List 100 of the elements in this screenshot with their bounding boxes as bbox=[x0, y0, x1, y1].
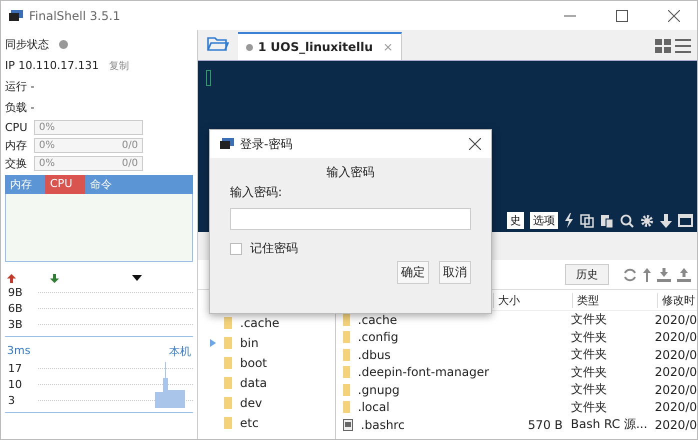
latency-graph-drawing bbox=[155, 360, 185, 408]
close-icon[interactable] bbox=[668, 10, 680, 22]
file-type: Bash RC 源... bbox=[570, 417, 648, 432]
tree-item[interactable]: bin bbox=[240, 336, 259, 350]
folder-icon bbox=[224, 337, 232, 349]
meter-reading: 0% bbox=[39, 122, 56, 132]
copy-icon[interactable] bbox=[580, 214, 594, 228]
maximize-icon[interactable] bbox=[616, 10, 628, 22]
file-modified: 2020/0 bbox=[654, 418, 697, 432]
meter-usage: 0/0 bbox=[122, 140, 138, 150]
upload-icon[interactable] bbox=[677, 268, 691, 282]
dropdown-caret-icon[interactable] bbox=[132, 275, 142, 281]
window-icon[interactable] bbox=[678, 214, 693, 227]
latency-label: 3ms bbox=[7, 344, 30, 359]
folder-icon bbox=[342, 314, 350, 326]
meter-label: 交换 bbox=[5, 156, 28, 170]
remember-label[interactable]: 记住密码 bbox=[250, 240, 298, 257]
folder-icon bbox=[342, 384, 350, 396]
app-logo-icon bbox=[220, 138, 234, 150]
folder-icon bbox=[224, 357, 232, 369]
column-header[interactable]: 修改时 bbox=[656, 292, 697, 308]
window-title: FinalShell 3.5.1 bbox=[29, 8, 122, 22]
download-arrow-icon bbox=[50, 274, 59, 282]
folder-icon bbox=[224, 397, 232, 409]
terminal-cursor bbox=[206, 70, 211, 86]
file-name[interactable]: .dbus bbox=[358, 348, 391, 362]
meter-usage: 0/0 bbox=[122, 158, 138, 168]
meter-label: 内存 bbox=[5, 138, 28, 152]
dialog-button[interactable]: 取消 bbox=[439, 261, 471, 284]
paste-icon[interactable] bbox=[600, 214, 614, 228]
terminal-button[interactable]: 史 bbox=[507, 212, 524, 229]
file-type: 文件夹 bbox=[570, 382, 607, 396]
expand-arrow-icon[interactable] bbox=[210, 339, 216, 347]
menu-icon[interactable] bbox=[675, 39, 691, 53]
tree-item[interactable]: .cache bbox=[240, 316, 280, 330]
stat-label: 运行 - bbox=[5, 79, 34, 94]
session-tab[interactable]: 1 UOS_linuxitellu × bbox=[238, 32, 402, 60]
close-icon[interactable] bbox=[469, 138, 481, 150]
axis-label: 6B bbox=[8, 302, 24, 314]
folder-icon bbox=[224, 377, 232, 389]
axis-label: 10 bbox=[8, 378, 23, 390]
settings-icon[interactable] bbox=[640, 214, 654, 228]
dialog-heading: 输入密码 bbox=[326, 164, 376, 181]
file-name[interactable]: .local bbox=[358, 400, 390, 414]
folder-icon bbox=[342, 366, 350, 378]
up-arrow-icon[interactable] bbox=[643, 268, 651, 282]
meter-label: CPU bbox=[5, 120, 28, 134]
file-name[interactable]: .gnupg bbox=[358, 382, 400, 397]
download-icon[interactable] bbox=[657, 268, 671, 282]
file-modified: 2020/0 bbox=[654, 365, 697, 380]
folder-icon bbox=[342, 331, 350, 344]
app-logo-icon bbox=[9, 10, 23, 22]
lightning-icon[interactable] bbox=[564, 213, 574, 228]
tree-item[interactable]: dev bbox=[240, 396, 262, 410]
meter-reading: 0% bbox=[39, 140, 56, 150]
process-tab[interactable]: CPU bbox=[45, 175, 85, 194]
file-icon bbox=[342, 418, 353, 431]
column-header[interactable]: 类型 bbox=[572, 292, 657, 308]
file-name[interactable]: .config bbox=[358, 330, 398, 344]
folder-icon bbox=[224, 417, 232, 429]
file-type: 文件夹 bbox=[570, 364, 607, 379]
axis-label: 17 bbox=[8, 362, 23, 374]
down-arrow-icon[interactable] bbox=[660, 214, 672, 228]
remember-checkbox[interactable] bbox=[230, 242, 242, 254]
file-name[interactable]: .cache bbox=[358, 312, 398, 327]
tree-item[interactable]: boot bbox=[240, 356, 268, 370]
tree-item[interactable]: data bbox=[240, 376, 268, 390]
file-type: 文件夹 bbox=[570, 400, 607, 414]
file-type: 文件夹 bbox=[570, 312, 607, 326]
upload-arrow-icon bbox=[7, 274, 16, 282]
axis-label: 3 bbox=[8, 394, 16, 406]
folder-icon bbox=[342, 401, 350, 414]
tree-item[interactable]: etc bbox=[240, 416, 259, 430]
file-type: 文件夹 bbox=[570, 347, 607, 362]
search-icon[interactable] bbox=[620, 214, 634, 228]
file-type: 文件夹 bbox=[570, 330, 607, 344]
grid-view-icon[interactable] bbox=[655, 39, 671, 53]
refresh-icon[interactable] bbox=[623, 268, 637, 282]
host-label: 本机 bbox=[169, 344, 191, 360]
sync-status-label: 同步状态 bbox=[5, 37, 49, 52]
history-button[interactable]: 历史 bbox=[565, 264, 609, 285]
meter-reading: 0% bbox=[39, 158, 56, 168]
file-modified: 2020/0 bbox=[654, 382, 697, 397]
copy-link[interactable]: 复制 bbox=[108, 58, 129, 72]
file-name[interactable]: .bashrc bbox=[360, 418, 405, 432]
file-modified: 2020/0 bbox=[654, 330, 697, 344]
password-label: 输入密码: bbox=[230, 184, 284, 201]
file-size: 570 B bbox=[528, 418, 563, 432]
folder-icon bbox=[224, 317, 232, 329]
file-modified: 2020/0 bbox=[654, 348, 697, 362]
file-name[interactable]: .deepin-font-manager bbox=[358, 365, 490, 380]
folder-icon bbox=[342, 348, 350, 361]
terminal-button[interactable]: 选项 bbox=[530, 212, 558, 229]
password-field[interactable] bbox=[230, 208, 471, 230]
dialog-title: 登录-密码 bbox=[240, 136, 292, 152]
stat-label: 负载 - bbox=[5, 100, 34, 115]
axis-label: 9B bbox=[8, 286, 24, 298]
axis-label: 3B bbox=[8, 318, 24, 330]
ip-address: IP 10.110.17.131 bbox=[5, 59, 99, 72]
dialog-button[interactable]: 确定 bbox=[397, 261, 429, 284]
